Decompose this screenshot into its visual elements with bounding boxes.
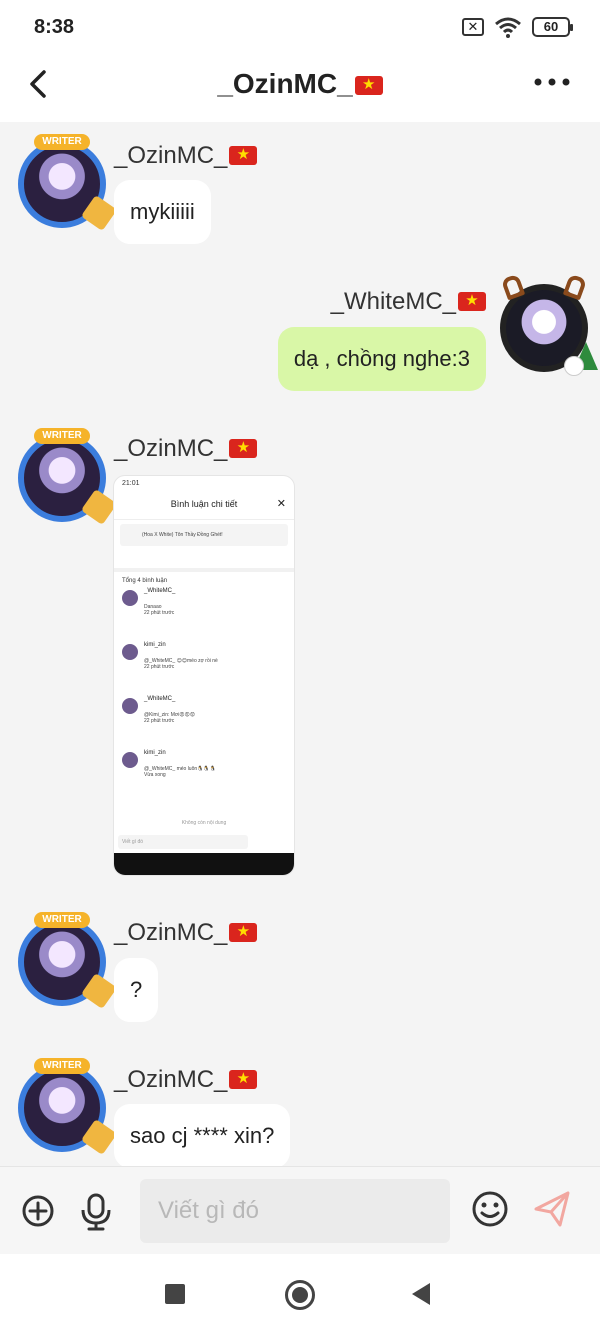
mini-avatar bbox=[122, 698, 138, 714]
shot-comment: _WhiteMC_ @Kimi_zin: Mơi😡😡😡 22 phút trướ… bbox=[114, 694, 294, 748]
message-input[interactable] bbox=[140, 1179, 450, 1243]
writer-badge: WRITER bbox=[34, 134, 90, 150]
sender-avatar[interactable]: WRITER bbox=[18, 1058, 118, 1156]
shot-post-meta bbox=[114, 550, 294, 572]
message-bubble[interactable]: ? bbox=[114, 958, 159, 1022]
vietnam-flag-icon bbox=[229, 145, 258, 165]
shot-comment-time: 22 phút trước bbox=[144, 664, 175, 670]
shot-post-card: (Hoa X White) Tôn Thầy Đồng Ghét! bbox=[120, 524, 288, 546]
sender-avatar[interactable]: WRITER bbox=[18, 134, 118, 232]
chat-header: _OzinMC_ bbox=[0, 56, 600, 122]
shot-comment-user: _WhiteMC_ bbox=[144, 696, 176, 702]
sender-name: _OzinMC_ bbox=[114, 435, 228, 462]
shot-comment-user: kimi_zin bbox=[144, 642, 166, 648]
message-list[interactable]: WRITER _OzinMC_ mykiiiii _WhiteMC_ dạ , … bbox=[0, 122, 600, 1166]
chat-title: _OzinMC_ bbox=[0, 68, 600, 100]
status-time: 8:38 bbox=[34, 16, 75, 38]
shot-comment: kimi_zin @_WhiteMC_ 😊😊méo zợ rồi nè 22 p… bbox=[114, 640, 294, 694]
vietnam-flag-icon bbox=[354, 75, 383, 95]
sender-name: _OzinMC_ bbox=[114, 919, 228, 946]
home-button[interactable] bbox=[285, 1280, 315, 1310]
send-icon[interactable] bbox=[532, 1189, 572, 1229]
vietnam-flag-icon bbox=[229, 1069, 258, 1089]
emoji-icon[interactable] bbox=[470, 1189, 510, 1229]
sender-avatar[interactable]: WRITER bbox=[18, 912, 118, 1010]
recent-apps-button[interactable] bbox=[165, 1284, 185, 1304]
shot-comment-time: Vừa xong bbox=[144, 772, 166, 778]
vietnam-flag-icon bbox=[229, 922, 258, 942]
message-sender: _OzinMC_ bbox=[114, 919, 258, 947]
message-sender: _OzinMC_ bbox=[114, 142, 258, 170]
writer-badge: WRITER bbox=[34, 428, 90, 444]
vietnam-flag-icon bbox=[458, 291, 486, 311]
shot-nav-bar bbox=[114, 853, 294, 875]
shot-comment-user: kimi_zin bbox=[144, 750, 166, 756]
status-bar: 8:38 ✕ 60 bbox=[0, 0, 600, 56]
shot-comment: kimi_zin @_WhiteMC_ méo luôn🐧🐧🐧 Vừa xong bbox=[114, 748, 294, 802]
shot-comment-user: _WhiteMC_ bbox=[144, 588, 176, 594]
system-back-button[interactable] bbox=[412, 1283, 430, 1305]
shot-status-time: 21:01 bbox=[122, 480, 140, 487]
message-sender: _WhiteMC_ bbox=[331, 288, 486, 316]
message-bubble[interactable]: mykiiiii bbox=[114, 180, 211, 244]
shot-comment: _WhiteMC_ Danaao 22 phút trước bbox=[114, 586, 294, 640]
plus-circle-icon[interactable] bbox=[18, 1191, 58, 1231]
no-sim-icon: ✕ bbox=[462, 18, 484, 36]
close-icon: ✕ bbox=[276, 498, 286, 510]
composer-bar bbox=[0, 1166, 600, 1254]
shot-header: Bình luận chi tiết ✕ bbox=[114, 494, 294, 520]
snowman-decoration bbox=[564, 356, 584, 376]
shot-total-comments: Tổng 4 bình luận bbox=[122, 578, 168, 584]
shot-input: Viết gì đó bbox=[118, 835, 248, 849]
shot-title: Bình luận chi tiết bbox=[170, 499, 238, 509]
wifi-icon bbox=[495, 17, 521, 38]
writer-badge: WRITER bbox=[34, 912, 90, 928]
message-bubble[interactable]: sao cj **** xin? bbox=[114, 1104, 291, 1166]
sender-avatar[interactable]: WRITER bbox=[18, 428, 118, 526]
shot-comment-time: 22 phút trước bbox=[144, 718, 175, 724]
message-sender: _OzinMC_ bbox=[114, 1066, 258, 1094]
message-sender: _OzinMC_ bbox=[114, 435, 258, 463]
status-icons: ✕ 60 bbox=[462, 16, 573, 38]
shot-comment-time: 22 phút trước bbox=[144, 610, 175, 616]
battery-icon: 60 bbox=[532, 17, 573, 37]
mini-avatar bbox=[122, 644, 138, 660]
image-attachment[interactable]: 21:01 Bình luận chi tiết ✕ (Hoa X White)… bbox=[113, 475, 295, 876]
mini-avatar bbox=[122, 590, 138, 606]
chat-title-text: _OzinMC_ bbox=[217, 68, 353, 99]
shot-no-more: Không còn nội dung bbox=[181, 820, 227, 826]
sender-name: _OzinMC_ bbox=[114, 142, 228, 169]
vietnam-flag-icon bbox=[229, 438, 258, 458]
system-nav-bar bbox=[0, 1254, 600, 1333]
writer-badge: WRITER bbox=[34, 1058, 90, 1074]
sender-name: _WhiteMC_ bbox=[330, 288, 456, 315]
microphone-icon[interactable] bbox=[76, 1191, 116, 1231]
mini-avatar bbox=[122, 752, 138, 768]
my-message-bubble[interactable]: dạ , chồng nghe:3 bbox=[277, 327, 486, 391]
more-dots-icon[interactable] bbox=[532, 70, 572, 94]
my-avatar[interactable] bbox=[500, 273, 598, 376]
sender-name: _OzinMC_ bbox=[114, 1066, 228, 1093]
